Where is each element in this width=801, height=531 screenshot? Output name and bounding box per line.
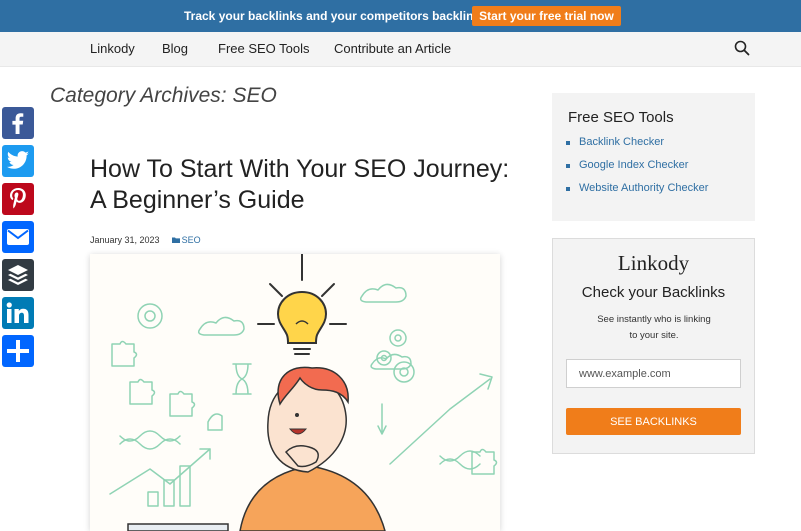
backlink-checker-widget: Linkody Check your Backlinks See instant… xyxy=(552,238,755,454)
post-date: January 31, 2023 xyxy=(90,235,160,245)
twitter-share-button[interactable] xyxy=(2,145,34,177)
nav-item-contribute[interactable]: Contribute an Article xyxy=(334,41,451,56)
backlink-checker-subtitle: See instantly who is linking to your sit… xyxy=(597,314,711,341)
twitter-icon xyxy=(6,151,29,169)
linkody-logo: Linkody xyxy=(617,251,690,275)
nav-item-linkody[interactable]: Linkody xyxy=(90,41,135,56)
linkedin-icon xyxy=(6,302,29,323)
buffer-icon xyxy=(8,265,28,285)
free-seo-tools-list: Backlink Checker Google Index Checker We… xyxy=(566,136,708,205)
tool-link-google-index-checker[interactable]: Google Index Checker xyxy=(566,159,708,182)
tool-link-backlink-checker[interactable]: Backlink Checker xyxy=(566,136,708,159)
seo-beginner-illustration xyxy=(109,254,498,531)
see-backlinks-button[interactable]: SEE BACKLINKS xyxy=(566,408,741,435)
light-bulb-icon xyxy=(257,254,347,355)
main-nav: Linkody Blog Free SEO Tools Contribute a… xyxy=(0,32,801,67)
email-share-button[interactable] xyxy=(2,221,34,253)
email-icon xyxy=(7,229,29,245)
post-meta: January 31, 2023 SEO xyxy=(90,235,201,245)
post-featured-image[interactable] xyxy=(90,254,500,531)
nav-item-free-seo-tools[interactable]: Free SEO Tools xyxy=(218,41,310,56)
search-icon[interactable] xyxy=(734,40,750,56)
post-title[interactable]: How To Start With Your SEO Journey: A Be… xyxy=(90,154,510,216)
pinterest-share-button[interactable] xyxy=(2,183,34,215)
promo-text: Track your backlinks and your competitor… xyxy=(184,9,487,23)
facebook-share-button[interactable] xyxy=(2,107,34,139)
more-share-button[interactable] xyxy=(2,335,34,367)
post-category-label: SEO xyxy=(181,235,201,245)
facebook-icon xyxy=(12,113,24,134)
folder-icon xyxy=(171,237,180,243)
page-title: Category Archives: SEO xyxy=(50,84,277,107)
website-url-input[interactable] xyxy=(566,359,741,388)
pinterest-icon xyxy=(10,188,26,209)
buffer-share-button[interactable] xyxy=(2,259,34,291)
linkedin-share-button[interactable] xyxy=(2,297,34,329)
tool-link-website-authority-checker[interactable]: Website Authority Checker xyxy=(566,182,708,205)
plus-share-icon xyxy=(7,340,29,362)
nav-item-blog[interactable]: Blog xyxy=(162,41,188,56)
promo-bar: Track your backlinks and your competitor… xyxy=(0,0,801,32)
free-seo-tools-title: Free SEO Tools xyxy=(568,109,674,126)
post-category-link[interactable]: SEO xyxy=(171,235,201,245)
free-trial-button[interactable]: Start your free trial now xyxy=(472,6,621,26)
character-figure xyxy=(239,366,386,531)
free-seo-tools-widget: Free SEO Tools Backlink Checker Google I… xyxy=(552,93,755,221)
backlink-checker-title: Check your Backlinks xyxy=(581,284,726,301)
laptop-icon xyxy=(127,523,229,531)
